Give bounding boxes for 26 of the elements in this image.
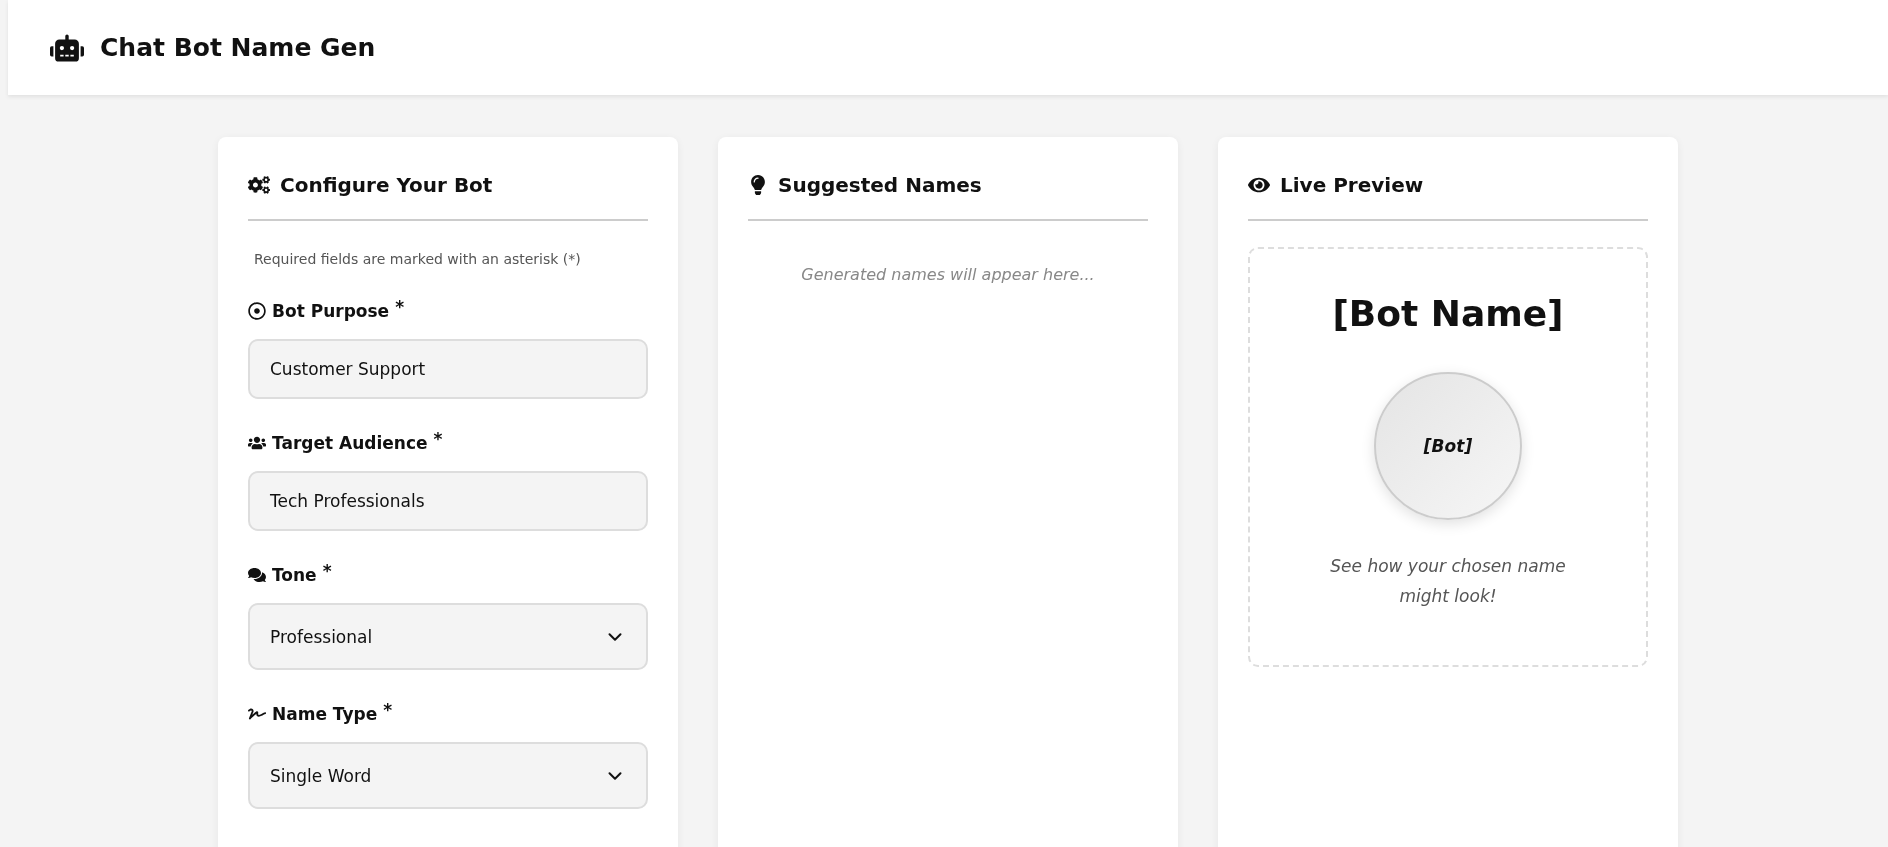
required-note: Required fields are marked with an asterisk (*) [254, 251, 582, 267]
required-asterisk: * [383, 700, 393, 720]
lightbulb-icon [748, 175, 768, 195]
empty-message: Generated names will appear here... [800, 265, 1096, 284]
bot-name: [Bot Name] [1332, 293, 1564, 334]
input-field[interactable]: Customer Support [248, 339, 648, 399]
target-icon [248, 302, 266, 320]
required-asterisk: * [433, 429, 443, 449]
users-icon [248, 434, 266, 452]
select-field[interactable]: Single Word [248, 742, 648, 809]
field-label: Target Audience [272, 433, 428, 453]
gears-icon [248, 174, 270, 196]
input-field[interactable]: Tech Professionals [248, 471, 648, 531]
select-field[interactable]: Professional [248, 603, 648, 670]
field-label: Bot Purpose [272, 301, 390, 321]
chat-bubbles-icon [248, 566, 266, 584]
bot-avatar: [Bot] [1374, 372, 1522, 520]
required-asterisk: * [395, 297, 404, 317]
preview-caption: See how your chosen name might look! [1329, 555, 1567, 608]
required-asterisk: * [322, 561, 332, 581]
field-label: Tone [272, 565, 317, 585]
field-label: Name Type [272, 704, 378, 724]
app-title: Chat Bot Name Gen [100, 33, 376, 62]
card-title: Configure Your Bot [280, 173, 493, 197]
card-title: Live Preview [1280, 173, 1424, 197]
card-title: Suggested Names [778, 173, 982, 197]
